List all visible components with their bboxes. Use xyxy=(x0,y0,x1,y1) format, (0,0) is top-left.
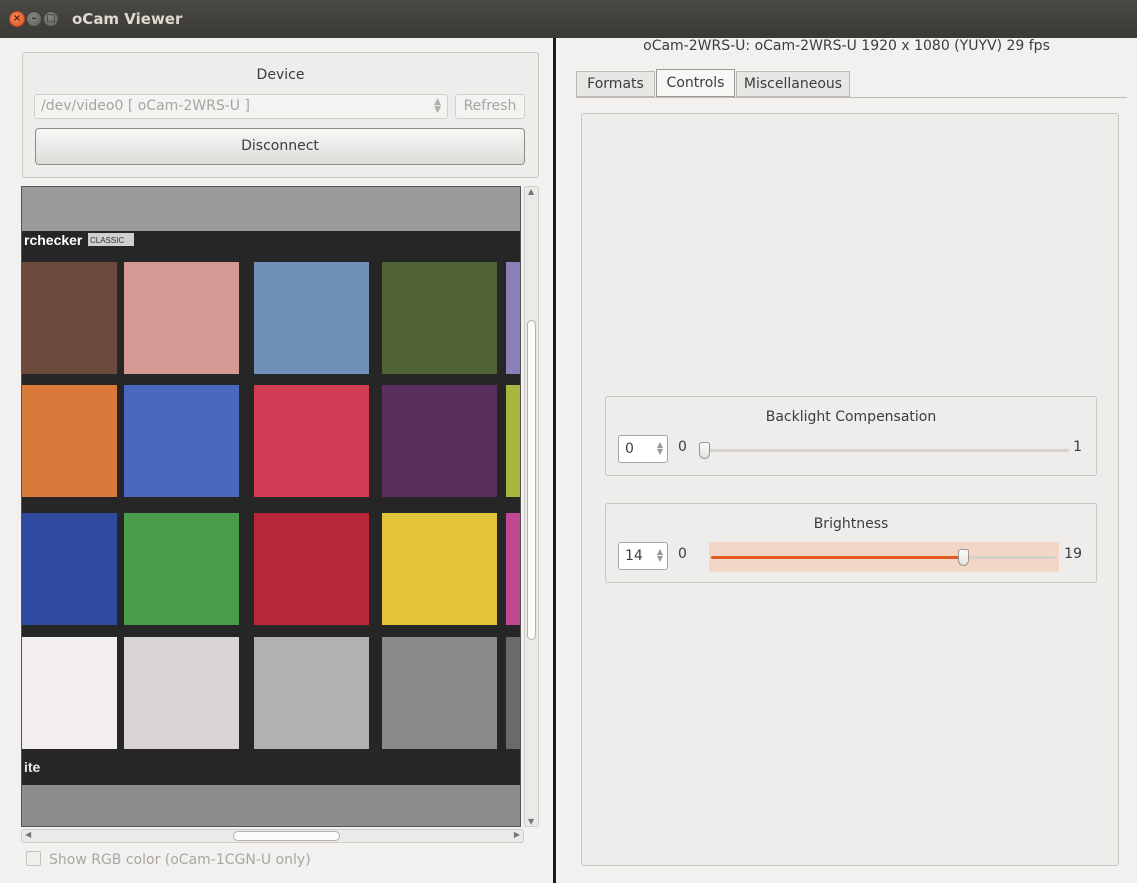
color-checker-image: rchecker CLASSIC ite xyxy=(22,187,520,826)
scroll-left-icon[interactable]: ◀ xyxy=(25,830,31,839)
brightness-control: Brightness 14 ▲ ▼ 0 19 xyxy=(605,503,1097,583)
brightness-min: 0 xyxy=(678,546,687,562)
color-swatch xyxy=(382,385,497,497)
scroll-down-icon[interactable]: ▼ xyxy=(528,817,534,826)
checkbox-icon[interactable] xyxy=(26,851,41,866)
close-window-icon[interactable]: × xyxy=(9,11,25,27)
backlight-max: 1 xyxy=(1073,439,1082,455)
disconnect-button[interactable]: Disconnect xyxy=(35,128,525,165)
show-rgb-checkbox[interactable]: Show RGB color (oCam-1CGN-U only) xyxy=(26,851,311,871)
color-swatch xyxy=(124,262,239,374)
brightness-max: 19 xyxy=(1064,546,1082,562)
color-swatch xyxy=(22,262,117,374)
horizontal-scroll-thumb[interactable] xyxy=(233,831,340,841)
device-group-label: Device xyxy=(256,67,305,83)
camera-info-text: oCam-2WRS-U: oCam-2WRS-U 1920 x 1080 (YU… xyxy=(643,38,1050,54)
checker-bottom-text: ite xyxy=(24,759,41,775)
combo-arrows-icon: ▲ ▼ xyxy=(434,97,441,115)
maximize-window-icon[interactable]: □ xyxy=(43,11,59,27)
controls-panel: Backlight Compensation 0 ▲ ▼ 0 1 Brightne… xyxy=(581,113,1119,866)
backlight-value: 0 xyxy=(625,441,634,457)
color-swatch xyxy=(254,513,369,625)
refresh-button[interactable]: Refresh xyxy=(455,94,525,119)
tab-controls[interactable]: Controls xyxy=(656,69,735,97)
tab-miscellaneous[interactable]: Miscellaneous xyxy=(736,71,850,97)
color-swatch xyxy=(22,637,117,749)
camera-preview: rchecker CLASSIC ite xyxy=(21,186,521,827)
spin-arrows-icon[interactable]: ▲ ▼ xyxy=(657,548,663,563)
color-swatch xyxy=(22,385,117,497)
show-rgb-label: Show RGB color (oCam-1CGN-U only) xyxy=(49,852,311,868)
preview-vertical-scrollbar[interactable]: ▲ ▼ xyxy=(524,186,539,827)
device-group: Device /dev/video0 [ oCam-2WRS-U ] ▲ ▼ Re… xyxy=(22,52,539,178)
checker-brand-text: rchecker xyxy=(24,232,83,248)
color-swatch xyxy=(506,385,520,497)
color-swatch xyxy=(506,637,520,749)
window-title: oCam Viewer xyxy=(72,10,183,28)
tab-divider xyxy=(576,97,1127,98)
color-swatch xyxy=(124,637,239,749)
brightness-slider[interactable] xyxy=(711,549,1057,566)
minimize-window-icon[interactable]: – xyxy=(26,11,42,27)
tab-formats[interactable]: Formats xyxy=(576,71,655,97)
title-bar: × – □ oCam Viewer xyxy=(0,0,1137,38)
color-swatch xyxy=(22,513,117,625)
scroll-right-icon[interactable]: ▶ xyxy=(514,830,520,839)
color-swatch xyxy=(254,262,369,374)
preview-horizontal-scrollbar[interactable]: ◀ ▶ xyxy=(21,829,524,843)
color-swatch xyxy=(124,513,239,625)
brightness-slider-fill xyxy=(711,556,963,559)
spin-arrows-icon[interactable]: ▲ ▼ xyxy=(657,441,663,456)
color-swatch xyxy=(382,262,497,374)
brightness-value: 14 xyxy=(625,548,643,564)
device-select[interactable]: /dev/video0 [ oCam-2WRS-U ] ▲ ▼ xyxy=(34,94,448,119)
device-select-value: /dev/video0 [ oCam-2WRS-U ] xyxy=(41,98,250,114)
backlight-label: Backlight Compensation xyxy=(765,409,937,425)
backlight-compensation-control: Backlight Compensation 0 ▲ ▼ 0 1 xyxy=(605,396,1097,476)
backlight-slider[interactable] xyxy=(699,442,1069,459)
color-swatch xyxy=(254,637,369,749)
checker-brand-badge: CLASSIC xyxy=(90,236,124,245)
color-swatch xyxy=(124,385,239,497)
vertical-scroll-thumb[interactable] xyxy=(527,320,536,640)
color-swatch xyxy=(506,262,520,374)
brightness-slider-handle[interactable] xyxy=(957,549,969,566)
left-pane: Device /dev/video0 [ oCam-2WRS-U ] ▲ ▼ Re… xyxy=(0,38,553,883)
color-swatch xyxy=(382,513,497,625)
brightness-spinbox[interactable]: 14 ▲ ▼ xyxy=(618,542,668,570)
backlight-slider-handle[interactable] xyxy=(699,442,710,459)
backlight-spinbox[interactable]: 0 ▲ ▼ xyxy=(618,435,668,463)
color-swatch xyxy=(382,637,497,749)
brightness-label: Brightness xyxy=(813,516,889,532)
color-swatch xyxy=(254,385,369,497)
right-pane: oCam-2WRS-U: oCam-2WRS-U 1920 x 1080 (YU… xyxy=(556,38,1137,883)
scroll-up-icon[interactable]: ▲ xyxy=(528,187,534,196)
backlight-min: 0 xyxy=(678,439,687,455)
color-swatch xyxy=(506,513,520,625)
